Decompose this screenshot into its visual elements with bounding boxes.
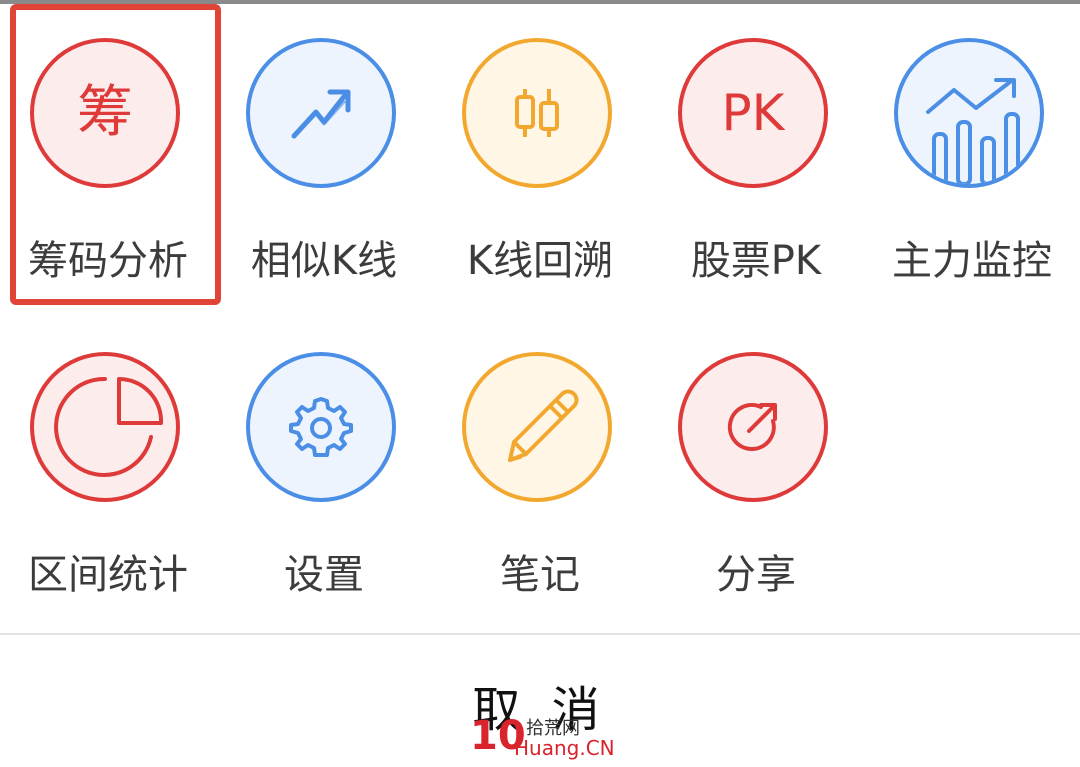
pencil-icon bbox=[462, 352, 612, 502]
candlestick-icon bbox=[462, 38, 612, 188]
menu-item-main-force-monitor[interactable]: 主力监控 bbox=[864, 0, 1080, 300]
menu-item-similar-kline[interactable]: 相似K线 bbox=[216, 0, 432, 300]
menu-item-label: 相似K线 bbox=[250, 238, 398, 284]
menu-item-label: 筹码分析 bbox=[28, 238, 188, 284]
bar-trend-icon bbox=[894, 38, 1044, 188]
menu-item-label: 分享 bbox=[716, 552, 796, 598]
gear-icon bbox=[246, 352, 396, 502]
menu-item-share[interactable]: 分享 bbox=[648, 314, 864, 614]
menu-item-label: 股票PK bbox=[690, 238, 822, 284]
divider bbox=[0, 633, 1080, 635]
action-grid: 筹 筹码分析 相似K线 K线回溯 PK 股票PK 主力监控 区间统计 设置 笔记… bbox=[0, 0, 1080, 620]
menu-item-label: 主力监控 bbox=[892, 238, 1052, 284]
menu-item-label: 笔记 bbox=[500, 552, 580, 598]
menu-item-label: 区间统计 bbox=[28, 552, 188, 598]
watermark-en-text: Huang.CN bbox=[514, 736, 615, 760]
menu-item-label: 设置 bbox=[284, 552, 364, 598]
menu-item-stock-pk[interactable]: PK 股票PK bbox=[648, 0, 864, 300]
watermark-logo: 10 拾荒网 Huang.CN bbox=[470, 712, 615, 762]
menu-item-range-stats[interactable]: 区间统计 bbox=[0, 314, 216, 614]
menu-item-label: K线回溯 bbox=[466, 238, 614, 284]
menu-item-chip-analysis[interactable]: 筹 筹码分析 bbox=[0, 0, 216, 300]
trend-arrow-icon bbox=[246, 38, 396, 188]
pie-chart-icon bbox=[30, 352, 180, 502]
menu-item-kline-backtrack[interactable]: K线回溯 bbox=[432, 0, 648, 300]
share-icon bbox=[678, 352, 828, 502]
chip-analysis-icon: 筹 bbox=[30, 38, 180, 188]
menu-item-settings[interactable]: 设置 bbox=[216, 314, 432, 614]
pk-icon: PK bbox=[678, 38, 828, 188]
menu-item-notes[interactable]: 笔记 bbox=[432, 314, 648, 614]
